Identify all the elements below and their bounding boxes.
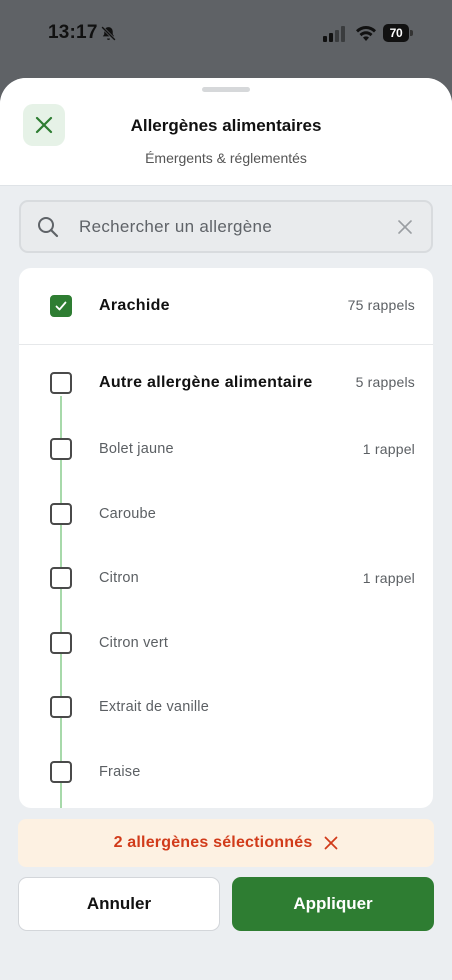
list-item-fraise[interactable]: Fraise <box>19 740 433 804</box>
item-label: Arachide <box>99 297 170 314</box>
cancel-button[interactable]: Annuler <box>18 877 220 931</box>
list-item-extrait-vanille[interactable]: Extrait de vanille <box>19 676 433 740</box>
sheet-header: Allergènes alimentaires Émergents & régl… <box>0 78 452 186</box>
selection-banner[interactable]: 2 allergènes sélectionnés <box>18 819 434 867</box>
list-item-bolet-jaune[interactable]: Bolet jaune 1 rappel <box>19 418 433 482</box>
list-item-caroube[interactable]: Caroube <box>19 482 433 546</box>
sheet-subtitle: Émergents & réglementés <box>145 150 307 166</box>
checkbox[interactable] <box>50 761 72 783</box>
checkbox[interactable] <box>50 438 72 460</box>
checkbox-checked[interactable] <box>50 295 72 317</box>
wifi-icon <box>356 25 376 41</box>
item-label: Autre allergène alimentaire <box>99 374 313 391</box>
apply-button[interactable]: Appliquer <box>232 877 434 931</box>
item-label: Citron <box>99 570 139 586</box>
checkbox[interactable] <box>50 372 72 394</box>
item-label: Bolet jaune <box>99 441 174 457</box>
list-item-citron[interactable]: Citron 1 rappel <box>19 547 433 611</box>
selection-count-text: 2 allergènes sélectionnés <box>113 834 313 851</box>
clear-search-icon[interactable] <box>397 219 413 235</box>
checkbox[interactable] <box>50 632 72 654</box>
status-bar: 13:17 70 <box>0 0 452 68</box>
bell-off-icon <box>101 26 116 41</box>
list-item-arachide[interactable]: Arachide 75 rappels <box>19 268 433 344</box>
allergen-list: Arachide 75 rappels Autre allergène alim… <box>19 268 433 808</box>
item-count: 1 rappel <box>362 441 415 457</box>
checkbox[interactable] <box>50 567 72 589</box>
item-label: Caroube <box>99 506 157 522</box>
sheet-grabber[interactable] <box>202 87 250 92</box>
item-count: 5 rappels <box>355 374 415 390</box>
item-label: Extrait de vanille <box>99 699 209 715</box>
item-label: Citron vert <box>99 635 169 651</box>
search-placeholder: Rechercher un allergène <box>79 217 273 236</box>
item-count: 1 rappel <box>362 570 415 586</box>
checkbox[interactable] <box>50 696 72 718</box>
checkbox[interactable] <box>50 503 72 525</box>
item-label: Fraise <box>99 764 141 780</box>
battery-icon: 70 <box>383 24 413 42</box>
item-count: 75 rappels <box>347 297 415 313</box>
search-icon <box>38 217 59 238</box>
clear-selection-icon[interactable] <box>324 836 338 850</box>
check-icon <box>55 301 67 311</box>
list-item-autre-allergene[interactable]: Autre allergène alimentaire 5 rappels <box>19 345 433 421</box>
status-time: 13:17 <box>48 22 98 43</box>
sheet-title: Allergènes alimentaires <box>130 116 322 135</box>
battery-level: 70 <box>383 24 409 42</box>
search-input[interactable]: Rechercher un allergène <box>19 200 433 253</box>
allergen-filter-sheet: Allergènes alimentaires Émergents & régl… <box>0 78 452 980</box>
signal-icon <box>323 26 345 42</box>
list-item-citron-vert[interactable]: Citron vert <box>19 611 433 675</box>
